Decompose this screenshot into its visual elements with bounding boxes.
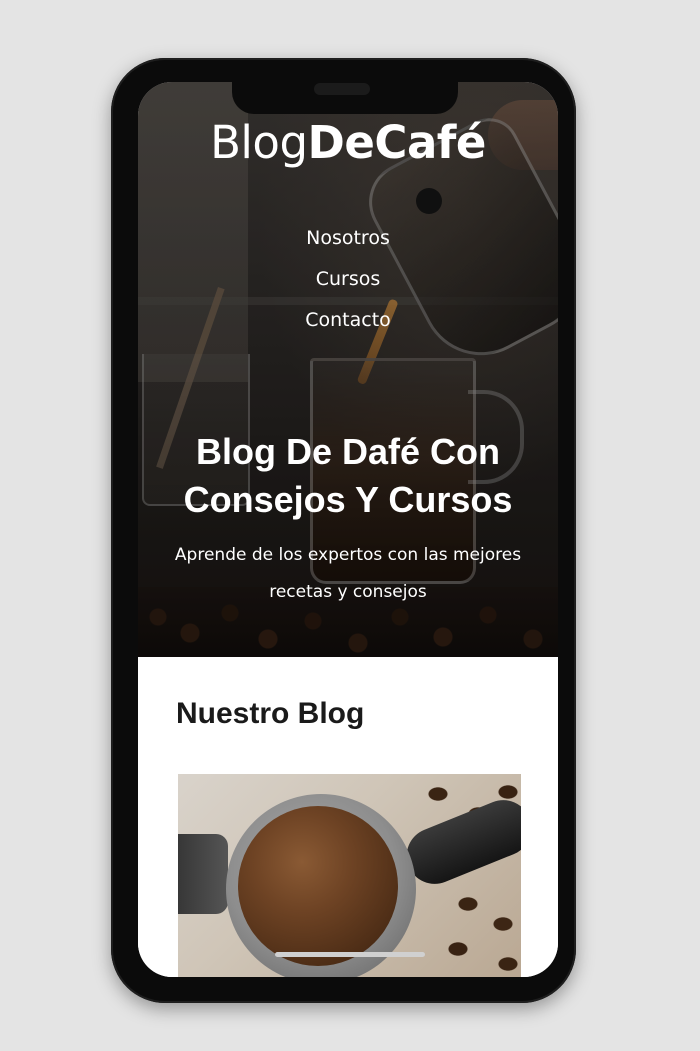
blog-post-image[interactable] — [178, 774, 521, 977]
tamper-decoration — [178, 834, 228, 914]
hero-subtitle-line-1: Aprende de los expertos con las mejores — [174, 545, 522, 565]
hero-section: BlogDeCafé Nosotros Cursos Contacto Blog… — [138, 82, 558, 657]
blog-heading: Nuestro Blog — [176, 697, 365, 730]
hero-subtitle-line-2: recetas y consejos — [269, 582, 427, 602]
hero-subtitle: Aprende de los expertos con las mejores … — [138, 537, 558, 611]
nav-link-contacto[interactable]: Contacto — [138, 308, 558, 349]
nav-link-nosotros[interactable]: Nosotros — [138, 226, 558, 267]
coffee-grounds-decoration — [238, 806, 398, 966]
logo-light-text: Blog — [210, 116, 308, 169]
speaker-icon — [314, 83, 370, 95]
hero-title-line-2: Consejos Y Cursos — [183, 479, 513, 521]
logo-bold-text: DeCafé — [307, 116, 487, 169]
hero-title-line-1: Blog De Dafé Con — [195, 431, 500, 473]
blog-section: Nuestro Blog — [138, 657, 558, 977]
site-logo[interactable]: BlogDeCafé — [138, 120, 558, 165]
nav-link-cursos[interactable]: Cursos — [138, 267, 558, 308]
main-nav: Nosotros Cursos Contacto — [138, 226, 558, 349]
phone-screen: BlogDeCafé Nosotros Cursos Contacto Blog… — [138, 82, 558, 977]
home-indicator-icon[interactable] — [275, 952, 425, 957]
hero-title: Blog De Dafé Con Consejos Y Cursos — [138, 428, 558, 524]
